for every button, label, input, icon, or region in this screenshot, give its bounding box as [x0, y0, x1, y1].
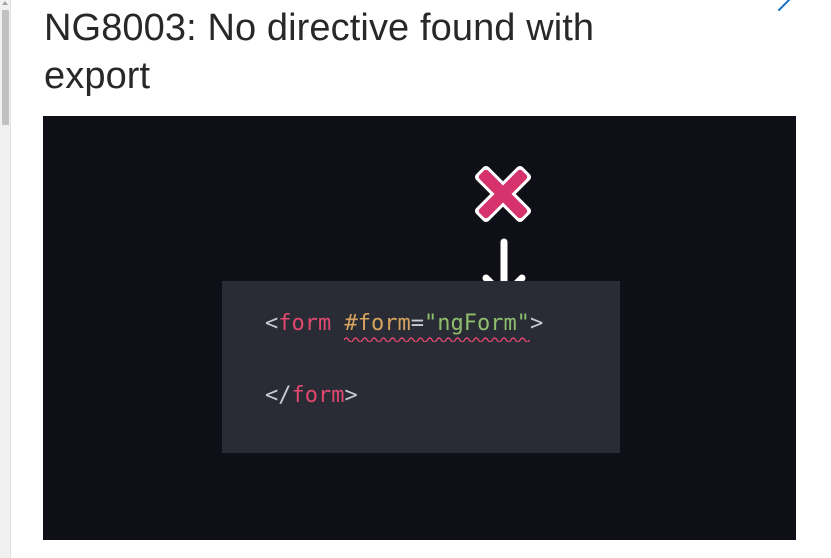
template-ref-attribute: #form [344, 311, 411, 336]
scrollbar-thumb[interactable] [2, 10, 9, 125]
code-snippet-panel: <form #form="ngForm" > </form> [222, 281, 620, 453]
tag-name: form [278, 311, 332, 336]
close-bracket: > [344, 383, 358, 408]
open-bracket: < [265, 311, 279, 336]
edit-pencil-icon[interactable] [777, 0, 793, 12]
open-bracket: </ [265, 383, 292, 408]
vertical-scrollbar[interactable] [0, 0, 11, 558]
article-hero-image: <form #form="ngForm" > </form> [43, 116, 796, 540]
close-bracket: > [529, 311, 544, 336]
tag-name: form [291, 383, 345, 408]
error-squiggle [344, 337, 530, 342]
code-line-form-close: </form> [265, 383, 358, 408]
code-line-form-open: <form #form="ngForm" > [265, 311, 544, 342]
page-title: NG8003: No directive found with export [44, 7, 595, 97]
attribute-value: "ngForm" [423, 311, 530, 336]
error-underlined-attribute: #form="ngForm" [344, 311, 530, 342]
equals-sign: = [410, 311, 424, 336]
x-mark-icon [474, 165, 532, 223]
scroll-up-arrow-icon[interactable] [2, 1, 8, 5]
